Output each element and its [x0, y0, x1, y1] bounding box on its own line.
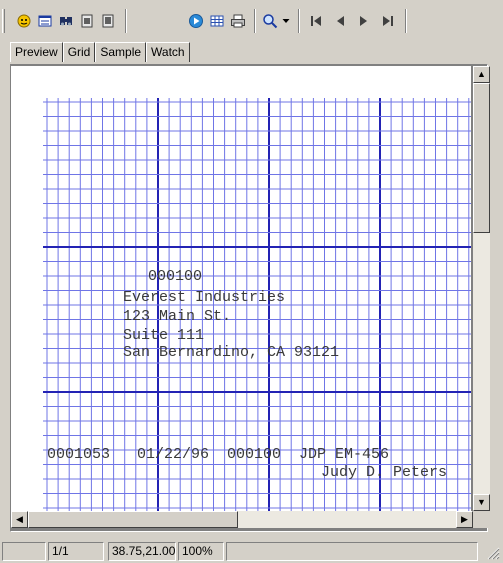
- address-line: 000100: [148, 268, 203, 285]
- copy-icon[interactable]: [77, 10, 97, 32]
- grid-page: 000100 Everest Industries 123 Main St. S…: [11, 66, 471, 511]
- address-line: Suite 111: [123, 327, 205, 344]
- tab-preview[interactable]: Preview: [10, 42, 63, 62]
- address-line: 123 Main St.: [123, 308, 232, 325]
- scroll-up-button[interactable]: ▲: [473, 66, 490, 83]
- scroll-corner: [473, 511, 490, 528]
- scroll-right-button[interactable]: ▶: [456, 511, 473, 528]
- resize-grip-icon[interactable]: [485, 545, 500, 560]
- toolbar-separator: [125, 9, 127, 33]
- vertical-scroll-thumb[interactable]: [473, 83, 490, 233]
- print-icon[interactable]: [228, 10, 248, 32]
- page-icon[interactable]: [98, 10, 118, 32]
- prev-page-icon[interactable]: [330, 10, 350, 32]
- toolbar-separator: [298, 9, 300, 33]
- toolbar-grip[interactable]: [2, 9, 5, 33]
- horizontal-scroll-thumb[interactable]: [28, 511, 238, 528]
- table-icon[interactable]: [207, 10, 227, 32]
- address-line: San Bernardino, CA 93121: [123, 344, 340, 361]
- zoom-icon[interactable]: [260, 10, 280, 32]
- last-page-icon[interactable]: [378, 10, 398, 32]
- status-message: [2, 542, 46, 561]
- signature-line: Judy D. Peters: [321, 464, 448, 481]
- status-extra: [226, 542, 478, 561]
- horizontal-scrollbar[interactable]: ◀ ▶: [11, 511, 473, 528]
- status-coords: 38.75,21.00: [108, 542, 176, 561]
- status-zoom: 100%: [178, 542, 224, 561]
- list-icon[interactable]: [35, 10, 55, 32]
- address-line: Everest Industries: [123, 289, 286, 306]
- footer-line: 0001053 01/22/96 000100 JDP EM-456: [47, 446, 390, 463]
- wizard-icon[interactable]: [14, 10, 34, 32]
- find-icon[interactable]: [56, 10, 76, 32]
- toolbar-separator: [405, 9, 407, 33]
- next-page-icon[interactable]: [354, 10, 374, 32]
- vertical-scrollbar[interactable]: ▲ ▼: [473, 66, 490, 511]
- scroll-left-button[interactable]: ◀: [11, 511, 28, 528]
- first-page-icon[interactable]: [306, 10, 326, 32]
- view-tabs: Preview Grid Sample Watch: [10, 42, 190, 62]
- status-bar: 1/1 38.75,21.00 100%: [0, 540, 503, 563]
- toolbar-separator: [254, 9, 256, 33]
- toolbar: [0, 0, 503, 40]
- tab-sample[interactable]: Sample: [95, 42, 147, 62]
- scroll-down-button[interactable]: ▼: [473, 494, 490, 511]
- tab-watch[interactable]: Watch: [146, 42, 190, 62]
- tab-grid[interactable]: Grid: [62, 42, 96, 62]
- chevron-down-icon[interactable]: [281, 10, 291, 32]
- run-icon[interactable]: [186, 10, 206, 32]
- status-page: 1/1: [48, 542, 104, 561]
